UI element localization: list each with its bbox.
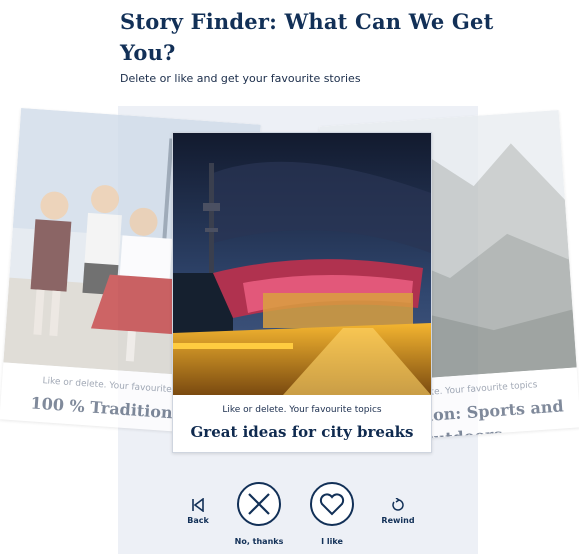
no-thanks-button[interactable]: No, thanks: [230, 482, 288, 546]
page-title: Story Finder: What Can We Get You?: [120, 9, 494, 65]
page-subtitle: Delete or like and get your favourite st…: [120, 72, 361, 85]
city-night-photo: [173, 133, 431, 395]
dislike-circle: [237, 482, 281, 526]
rewind-label: Rewind: [381, 516, 415, 525]
card-topic-center: Great ideas for city breaks: [190, 423, 414, 441]
like-circle: [310, 482, 354, 526]
rewind-icon: [392, 498, 404, 511]
like-label: I like: [321, 537, 343, 546]
rewind-button[interactable]: Rewind: [378, 498, 418, 525]
heart-icon: [319, 493, 345, 516]
story-card-center[interactable]: Like or delete. Your favourite topics Gr…: [172, 132, 432, 453]
back-button[interactable]: Back: [183, 498, 213, 525]
like-button[interactable]: I like: [304, 482, 360, 546]
x-icon: [248, 493, 270, 515]
no-thanks-label: No, thanks: [234, 537, 284, 546]
back-icon: [192, 498, 204, 512]
back-label: Back: [187, 516, 209, 525]
card-kicker-center: Like or delete. Your favourite topics: [222, 405, 382, 415]
